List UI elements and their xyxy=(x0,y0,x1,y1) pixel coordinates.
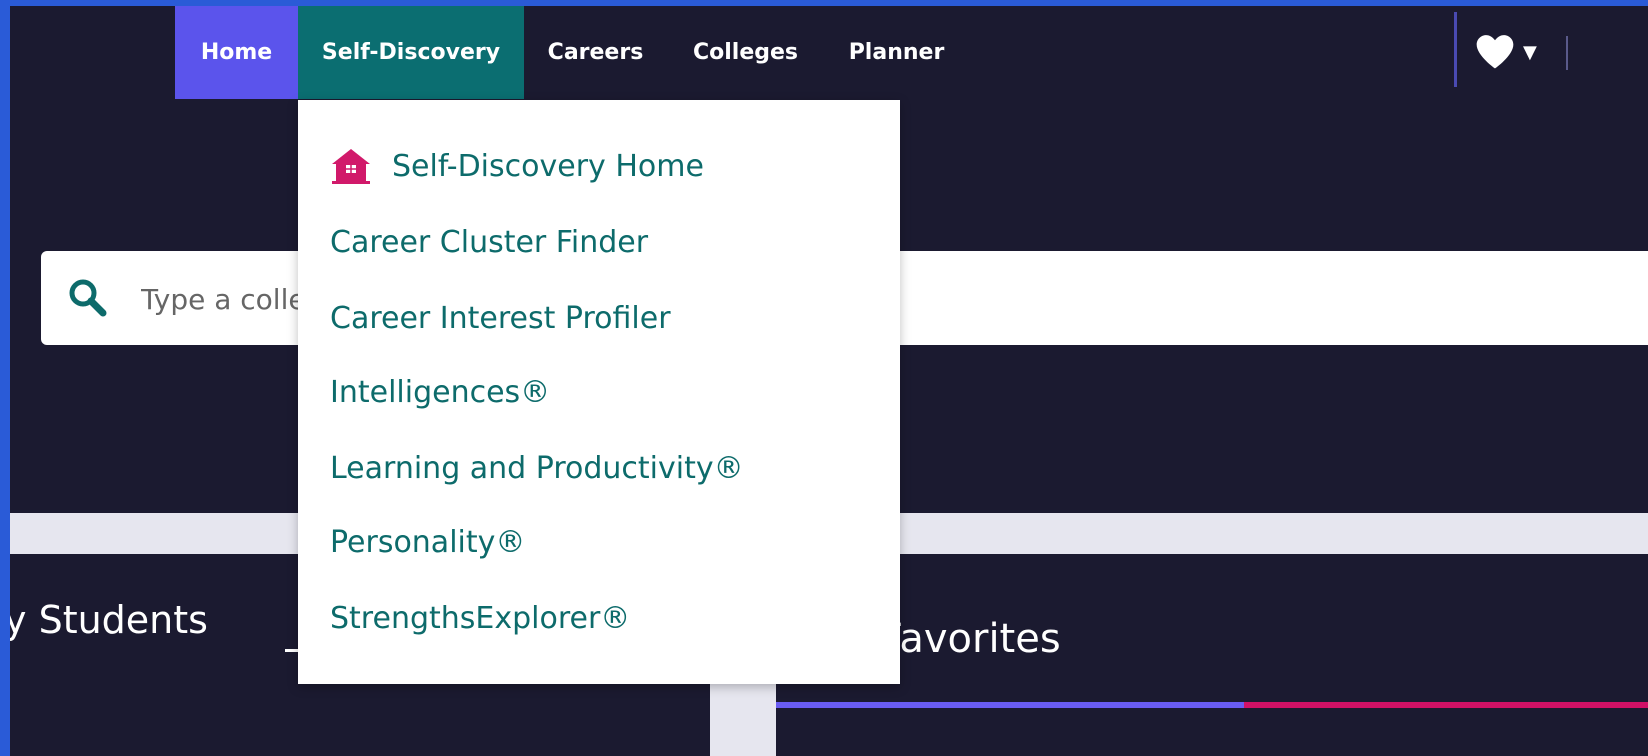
self-discovery-dropdown: Self-Discovery Home Career Cluster Finde… xyxy=(298,100,900,684)
top-nav: Home Self-Discovery Careers Colleges Pla… xyxy=(10,6,1648,99)
nav-divider-right xyxy=(1566,36,1568,70)
dropdown-item-career-cluster-finder[interactable]: Career Cluster Finder xyxy=(330,220,648,264)
dropdown-item-career-interest-profiler[interactable]: Career Interest Profiler xyxy=(330,296,671,340)
nav-home[interactable]: Home xyxy=(175,6,298,99)
accent-purple xyxy=(776,702,1244,708)
accent-pink xyxy=(1244,702,1648,708)
dropdown-item-strengths-explorer[interactable]: StrengthsExplorer® xyxy=(330,596,630,640)
app-window: Home Self-Discovery Careers Colleges Pla… xyxy=(10,6,1648,756)
dropdown-item-personality[interactable]: Personality® xyxy=(330,520,525,564)
search-icon[interactable] xyxy=(65,275,113,323)
caret-down-icon: ▼ xyxy=(1523,41,1537,63)
favorites-menu-button[interactable]: ▼ xyxy=(1473,22,1553,82)
dropdown-item-intelligences[interactable]: Intelligences® xyxy=(330,370,550,414)
nav-colleges[interactable]: Colleges xyxy=(667,6,824,99)
column-gap xyxy=(710,678,776,756)
students-heading: y Students xyxy=(10,598,208,642)
dropdown-item-self-discovery-home[interactable]: Self-Discovery Home xyxy=(330,144,704,188)
tab-underline xyxy=(285,649,299,652)
home-icon xyxy=(332,149,370,184)
nav-careers[interactable]: Careers xyxy=(524,6,667,99)
favorites-accent-bar xyxy=(776,702,1648,708)
dropdown-item-learning-productivity[interactable]: Learning and Productivity® xyxy=(330,446,744,490)
heart-icon xyxy=(1476,35,1514,69)
nav-planner[interactable]: Planner xyxy=(824,6,969,99)
nav-divider xyxy=(1454,12,1457,87)
favorites-heading: Favorites xyxy=(880,616,1061,662)
nav-self-discovery[interactable]: Self-Discovery xyxy=(298,6,524,99)
dropdown-item-label: Self-Discovery Home xyxy=(392,148,704,184)
